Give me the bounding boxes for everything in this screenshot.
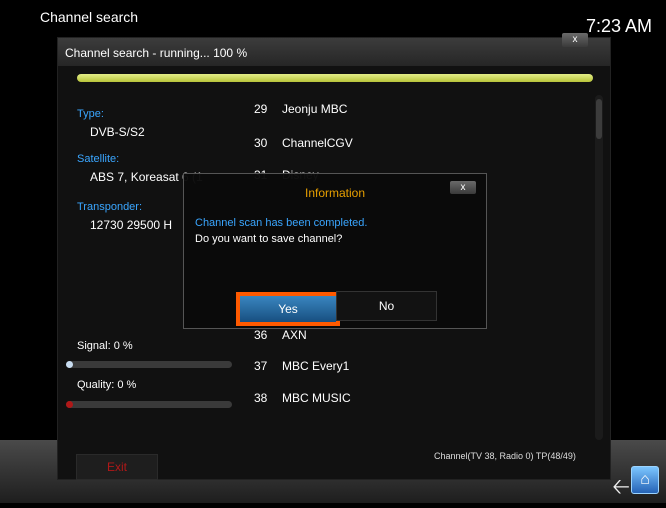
screen-title: Channel search: [40, 9, 139, 25]
signal-label: Signal: 0 %: [77, 340, 133, 352]
yes-button[interactable]: Yes: [236, 292, 340, 326]
channel-name: Jeonju MBC: [282, 102, 348, 116]
channel-number: 38: [254, 391, 268, 405]
channel-name: ChannelCGV: [282, 136, 353, 150]
scan-summary: Channel(TV 38, Radio 0) TP(48/49): [434, 451, 576, 461]
channel-number: 37: [254, 359, 268, 373]
type-label: Type:: [77, 108, 104, 120]
channel-name: AXN: [282, 328, 307, 342]
close-button[interactable]: x: [562, 33, 588, 47]
scrollbar-thumb[interactable]: [596, 99, 602, 139]
channel-number: 36: [254, 328, 268, 342]
type-value: DVB-S/S2: [90, 125, 145, 139]
back-arrow-icon[interactable]: 🡠: [612, 470, 630, 508]
transponder-value: 12730 29500 H: [90, 218, 173, 232]
information-close-button[interactable]: x: [450, 181, 476, 194]
satellite-label: Satellite:: [77, 153, 120, 165]
quality-meter-fill: [66, 401, 73, 408]
signal-meter: [66, 361, 232, 368]
channel-list-scrollbar[interactable]: [595, 95, 603, 440]
dialog-header: Channel search - running... 100 %: [58, 38, 610, 66]
signal-meter-fill: [66, 361, 73, 368]
no-button[interactable]: No: [336, 291, 437, 321]
save-prompt-message: Do you want to save channel?: [195, 233, 343, 245]
scan-complete-message: Channel scan has been completed.: [195, 217, 368, 229]
home-icon[interactable]: ⌂: [631, 466, 659, 494]
quality-label: Quality: 0 %: [77, 379, 137, 391]
information-dialog: Information x Channel scan has been comp…: [183, 173, 487, 329]
channel-number: 29: [254, 102, 268, 116]
channel-number: 30: [254, 136, 268, 150]
information-title: Information: [304, 186, 366, 200]
exit-button[interactable]: Exit: [76, 454, 158, 480]
channel-name: MBC Every1: [282, 359, 350, 373]
clock: 7:23 AM: [585, 16, 652, 36]
quality-meter: [66, 401, 232, 408]
scan-progress-bar: [77, 74, 593, 82]
transponder-label: Transponder:: [77, 201, 143, 213]
channel-name: MBC MUSIC: [282, 391, 351, 405]
dialog-title: Channel search - running... 100 %: [65, 46, 248, 60]
